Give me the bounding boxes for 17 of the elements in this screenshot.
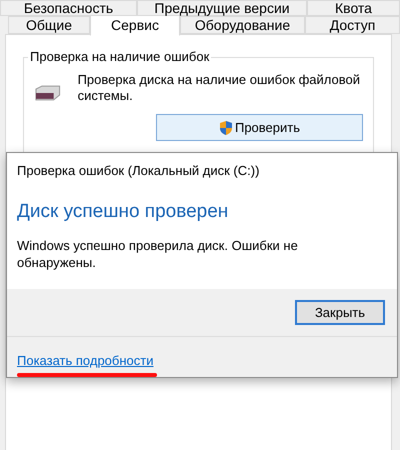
tab[interactable]: Оборудование — [180, 16, 305, 34]
dialog-message: Windows успешно проверила диск. Ошибки не обнаружены. — [17, 237, 299, 271]
check-button[interactable]: Проверить — [156, 114, 363, 141]
dialog-heading: Диск успешно проверен — [17, 201, 230, 223]
details-link[interactable]: Показать подробности — [17, 353, 154, 369]
dialog-title: Проверка ошибок (Локальный диск (C:)) — [17, 163, 260, 179]
tab[interactable]: Сервис — [90, 16, 180, 36]
shield-icon — [218, 120, 233, 136]
tab[interactable]: Квота — [307, 0, 400, 16]
tab[interactable]: Общие — [8, 16, 90, 34]
tab[interactable]: Доступ — [305, 16, 400, 34]
tab[interactable]: Предыдущие версии — [137, 0, 307, 16]
close-button[interactable]: Закрыть — [295, 300, 385, 325]
group-title: Проверка на наличие ошибок — [28, 49, 212, 65]
tab[interactable]: Безопасность — [0, 0, 137, 16]
drive-icon — [34, 85, 62, 101]
group-description: Проверка диска на наличие ошибок файловой системы. — [78, 72, 362, 104]
